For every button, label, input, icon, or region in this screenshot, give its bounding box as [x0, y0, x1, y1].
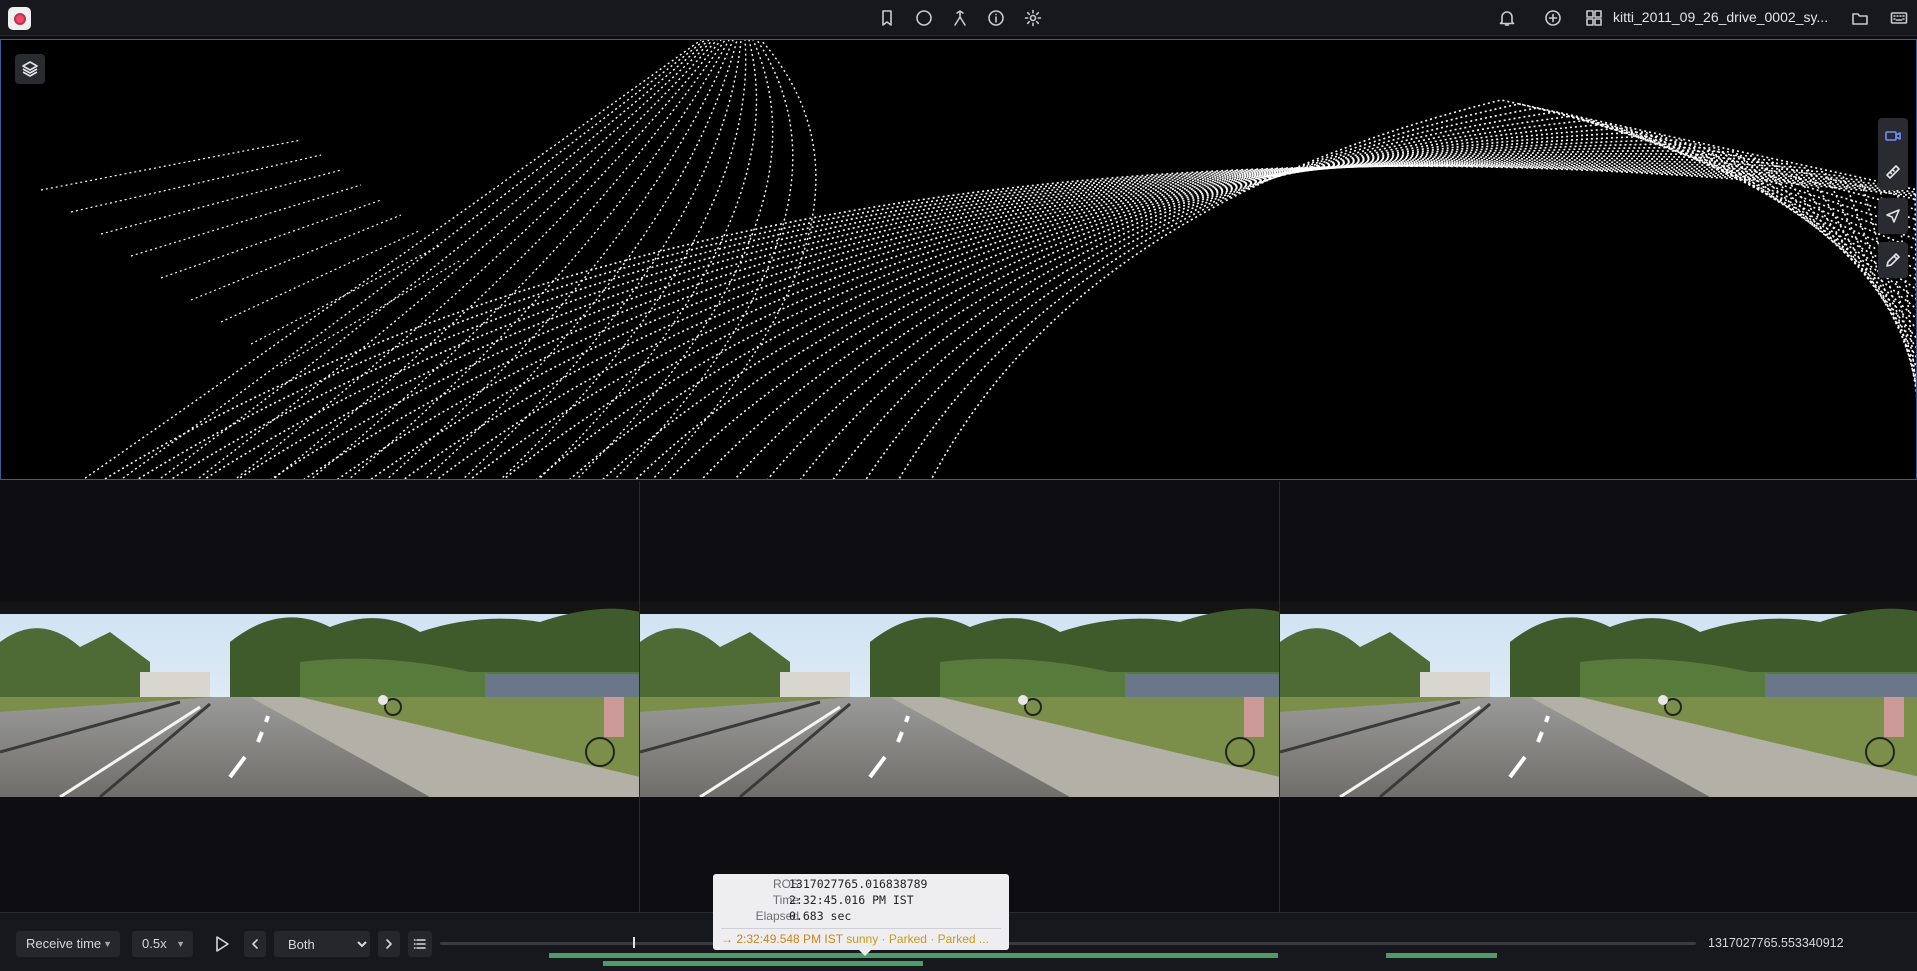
lidar-scan-line	[310, 40, 726, 479]
lidar-scan-line	[500, 40, 747, 479]
lidar-scan-line	[348, 40, 730, 479]
lidar-scan-line	[203, 164, 1916, 479]
bell-icon[interactable]	[1497, 8, 1517, 28]
time-source-value: Receive time	[26, 936, 102, 951]
camera-image	[1280, 602, 1917, 797]
list-icon	[413, 939, 426, 949]
select-button[interactable]	[1878, 198, 1908, 234]
layers-button[interactable]	[15, 54, 45, 84]
current-timestamp: 1317027765.553340912	[1708, 936, 1844, 950]
cursor-icon	[1886, 209, 1900, 223]
chevron-down-icon: ▼	[103, 939, 112, 949]
chevron-right-icon	[386, 939, 392, 949]
chevron-down-icon: ▼	[176, 939, 185, 949]
3d-lidar-panel[interactable]	[0, 39, 1917, 480]
lidar-scan-line	[170, 164, 1916, 479]
layout-title[interactable]: kitti_2011_09_26_drive_0002_sy...	[1613, 9, 1833, 25]
event-range[interactable]	[549, 953, 1278, 958]
tooltip-caret	[859, 950, 871, 956]
lidar-scan-line	[196, 40, 714, 479]
lidar-scan-line	[234, 40, 718, 479]
draw-button[interactable]	[1878, 242, 1908, 278]
logo-mark	[13, 12, 26, 25]
timeline-hover-tooltip: ROS 1317027765.016838789 Time 2:32:45.01…	[713, 874, 1009, 956]
lidar-scan-line	[336, 160, 1916, 479]
elapsed-value: 0.683 sec	[789, 909, 852, 923]
event-time: → 2:32:49.548 PM IST	[721, 932, 843, 946]
lidar-scan-line	[160, 199, 382, 279]
lidar-scan-line	[236, 163, 1916, 479]
playback-speed-value: 0.5x	[142, 936, 167, 951]
lidar-scan-line	[103, 165, 1916, 479]
chevron-left-icon	[252, 939, 258, 949]
lidar-scan-line	[82, 40, 702, 479]
lidar-scan-line	[100, 169, 342, 235]
event-tags: sunny · Parked · Parked ...	[846, 932, 989, 946]
lidar-scan-line	[40, 139, 302, 191]
info-icon[interactable]	[986, 8, 1006, 28]
camera-image	[640, 602, 1279, 797]
lidar-point-cloud	[40, 40, 1916, 479]
play-icon	[216, 936, 229, 952]
events-list-button[interactable]	[408, 931, 432, 957]
camera-view-button[interactable]	[1878, 118, 1908, 154]
lidar-scan-line	[250, 244, 442, 345]
time-source-select[interactable]: Receive time ▼	[16, 931, 120, 957]
lidar-scan-line	[70, 154, 322, 213]
measure-button[interactable]	[1878, 154, 1908, 190]
lidar-scan-line	[462, 40, 742, 479]
video-camera-icon	[1885, 131, 1901, 141]
ruler-icon	[1886, 165, 1900, 179]
playback-direction-select[interactable]: Both Forward Backward	[274, 931, 370, 957]
camera-image	[0, 602, 639, 797]
camera-image-panel[interactable]	[1280, 482, 1917, 912]
playhead-marker[interactable]	[633, 937, 636, 948]
lidar-scan-line	[303, 161, 1916, 479]
circle-icon[interactable]	[914, 8, 934, 28]
add-panel-icon[interactable]	[1543, 8, 1563, 28]
camera-image-panel[interactable]	[640, 482, 1280, 912]
lidar-scan-line	[270, 163, 1916, 479]
step-forward-button[interactable]	[378, 931, 400, 957]
app-toolbar: kitti_2011_09_26_drive_0002_sy...	[0, 0, 1917, 36]
camera-image-panel[interactable]	[0, 482, 640, 912]
folder-open-icon[interactable]	[1850, 8, 1870, 28]
play-button[interactable]	[210, 931, 234, 957]
lidar-scan-line	[538, 40, 758, 479]
event-range[interactable]	[603, 961, 923, 966]
keyboard-icon[interactable]	[1889, 8, 1909, 28]
fork-icon[interactable]	[950, 8, 970, 28]
layers-icon	[22, 61, 38, 77]
pencil-icon	[1886, 253, 1900, 267]
bookmark-icon[interactable]	[877, 8, 897, 28]
gear-icon[interactable]	[1023, 8, 1043, 28]
time-value: 2:32:45.016 PM IST	[789, 893, 914, 907]
tooltip-divider	[721, 928, 1001, 929]
lidar-scan-line	[424, 40, 738, 479]
lidar-scan-line	[136, 165, 1916, 479]
lidar-scan-line	[613, 40, 794, 479]
lidar-scan-line	[220, 229, 422, 323]
playback-speed-select[interactable]: 0.5x ▼	[132, 931, 193, 957]
ros-value: 1317027765.016838789	[789, 877, 928, 891]
app-logo[interactable]	[8, 7, 31, 30]
tooltip-event: → 2:32:49.548 PM IST sunny · Parked · Pa…	[721, 932, 1005, 946]
event-range[interactable]	[1386, 953, 1497, 958]
3d-view-tools	[1878, 118, 1908, 286]
playback-scrubber[interactable]	[440, 942, 1696, 945]
layout-grid-icon[interactable]	[1584, 8, 1604, 28]
step-back-button[interactable]	[244, 931, 266, 957]
